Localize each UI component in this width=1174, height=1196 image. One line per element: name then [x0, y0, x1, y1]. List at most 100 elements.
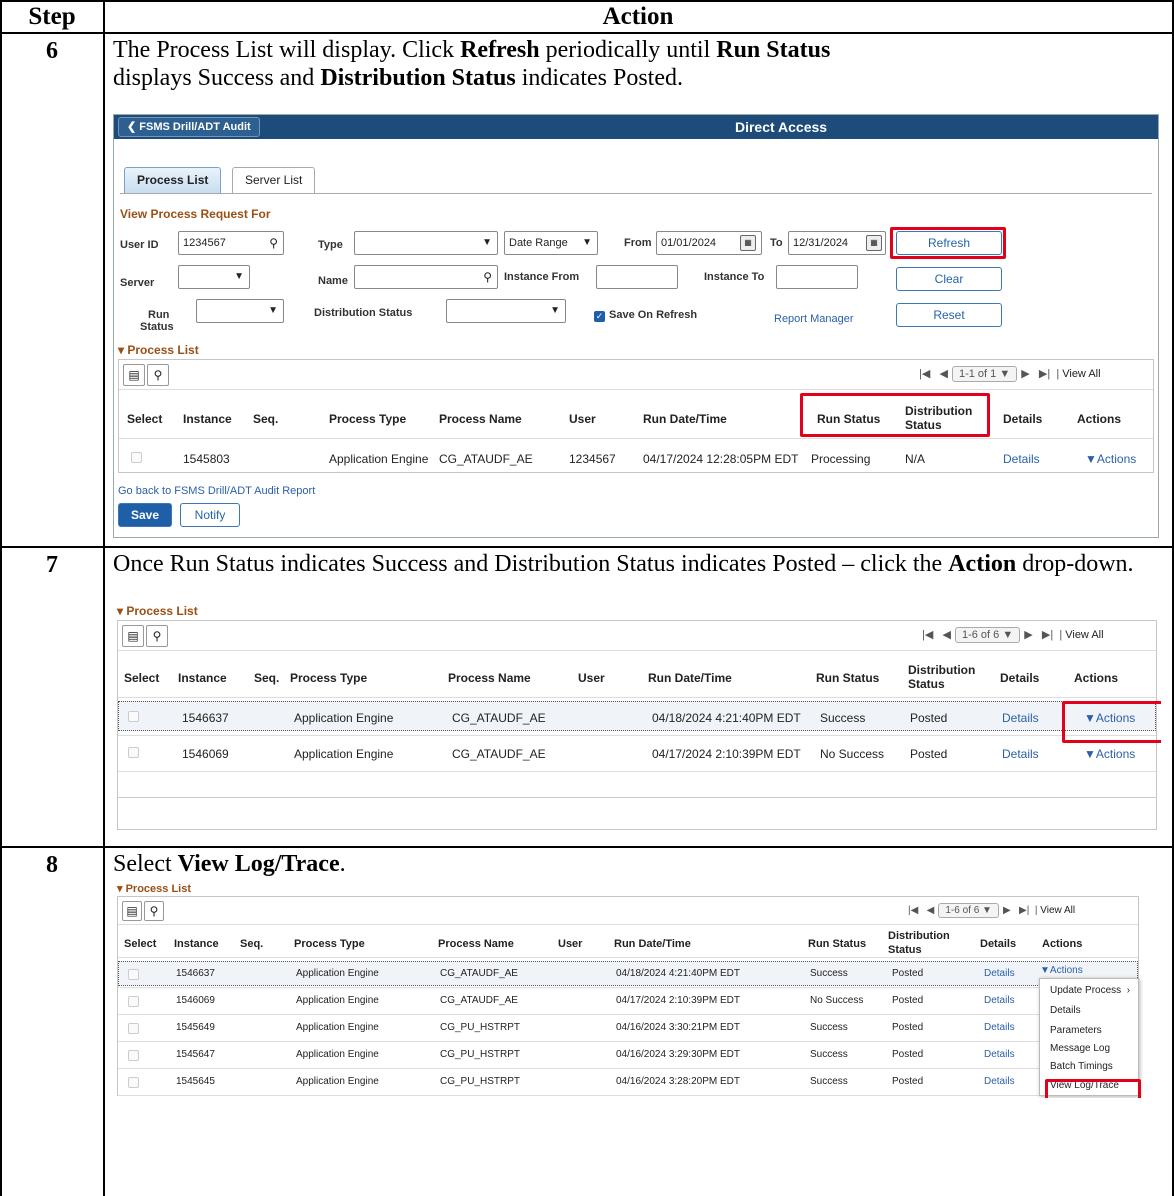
search-icon[interactable]: ⚲ [146, 625, 168, 647]
next-page-icon[interactable]: ▶ [1003, 905, 1011, 916]
date-range-select[interactable]: Date Range ▼ [504, 231, 598, 255]
next-page-icon[interactable]: ▶ [1021, 368, 1029, 380]
actions-dropdown[interactable]: ▼Actions [1084, 747, 1135, 761]
last-page-icon[interactable]: ▶| [1039, 368, 1050, 380]
last-page-icon[interactable]: ▶| [1042, 629, 1053, 641]
details-link[interactable]: Details [1003, 452, 1040, 466]
page-title: Direct Access [734, 119, 828, 135]
cell-run-datetime: 04/16/2024 3:28:20PM EDT [616, 1076, 740, 1087]
search-icon[interactable]: ⚲ [269, 232, 278, 254]
cell-run-datetime: 04/16/2024 3:30:21PM EDT [616, 1022, 740, 1033]
triangle-down-icon: ▼ [1040, 965, 1050, 976]
save-button[interactable]: Save [118, 503, 172, 527]
actions-dropdown[interactable]: ▼Actions [1085, 452, 1136, 466]
details-link[interactable]: Details [984, 968, 1015, 979]
column-header: Process Type [329, 412, 407, 426]
menu-item-details[interactable]: Details [1050, 1005, 1081, 1016]
run-status-select[interactable]: ▼ [196, 299, 284, 323]
step-instruction: Once Run Status indicates Success and Di… [113, 551, 1134, 577]
first-page-icon[interactable]: |◀ [922, 629, 933, 641]
user-id-input[interactable]: 1234567 ⚲ [178, 231, 284, 255]
report-manager-link[interactable]: Report Manager [774, 313, 854, 325]
row-divider-6-7 [0, 546, 1174, 548]
details-link[interactable]: Details [984, 1049, 1015, 1060]
cell-instance: 1546637 [182, 711, 229, 725]
cell-process-type: Application Engine [329, 452, 429, 466]
distribution-status-select[interactable]: ▼ [446, 299, 566, 323]
details-link[interactable]: Details [1002, 747, 1039, 761]
personalize-icon[interactable]: ▤ [122, 901, 142, 921]
first-page-icon[interactable]: |◀ [908, 905, 918, 916]
column-header: Process Type [290, 671, 368, 685]
step-instruction: Select View Log/Trace. [113, 851, 346, 877]
column-header: Select [124, 671, 160, 685]
details-link[interactable]: Details [984, 1022, 1015, 1033]
first-page-icon[interactable]: |◀ [919, 368, 930, 380]
cell-instance: 1545803 [183, 452, 230, 466]
search-icon[interactable]: ⚲ [144, 901, 164, 921]
prev-page-icon[interactable]: ◀ [927, 905, 935, 916]
view-all-link[interactable]: View All [1065, 629, 1103, 641]
chevron-down-icon: ▼ [234, 271, 244, 282]
menu-item-batch-timings[interactable]: Batch Timings [1050, 1061, 1113, 1072]
menu-item-message-log[interactable]: Message Log [1050, 1043, 1110, 1054]
view-all-link[interactable]: View All [1040, 905, 1075, 916]
calendar-icon[interactable]: ▦ [866, 235, 882, 251]
menu-item-parameters[interactable]: Parameters [1050, 1025, 1102, 1036]
chevron-right-icon: › [1126, 985, 1131, 996]
page-select[interactable]: 1-6 of 6 ▼ [938, 903, 999, 918]
server-select[interactable]: ▼ [178, 265, 250, 289]
instance-from-label: Instance From [504, 271, 580, 283]
row-select-checkbox[interactable] [128, 711, 139, 722]
step-number: 7 [46, 552, 58, 578]
clear-button[interactable]: Clear [896, 267, 1002, 291]
actions-dropdown-open[interactable]: ▼Actions [1040, 965, 1083, 976]
row-select-checkbox[interactable] [128, 1023, 139, 1034]
table-row-selected[interactable] [118, 701, 1156, 731]
row-select-checkbox[interactable] [131, 452, 142, 463]
cell-run-status: No Success [810, 995, 864, 1006]
row-select-checkbox[interactable] [128, 969, 139, 980]
search-icon[interactable]: ⚲ [483, 266, 492, 288]
details-link[interactable]: Details [984, 995, 1015, 1006]
details-link[interactable]: Details [1002, 711, 1039, 725]
row-select-checkbox[interactable] [128, 1077, 139, 1088]
tab-server-list[interactable]: Server List [232, 167, 316, 193]
name-input[interactable]: ⚲ [354, 265, 498, 289]
row-select-checkbox[interactable] [128, 996, 139, 1007]
instance-to-input[interactable] [776, 265, 858, 289]
column-header: Distribution Status [888, 930, 950, 956]
notify-button[interactable]: Notify [180, 503, 240, 527]
process-list-header[interactable]: ▾ Process List [117, 882, 191, 895]
search-icon[interactable]: ⚲ [147, 364, 169, 386]
cell-process-type: Application Engine [296, 1049, 379, 1060]
prev-page-icon[interactable]: ◀ [943, 629, 951, 641]
instruction-table: Step Action 6 The Process List will disp… [0, 0, 1174, 1196]
header-separator [119, 438, 1153, 439]
personalize-icon[interactable]: ▤ [123, 364, 145, 386]
menu-item-update-process[interactable]: Update Process › [1050, 985, 1130, 996]
personalize-icon[interactable]: ▤ [122, 625, 144, 647]
row-select-checkbox[interactable] [128, 747, 139, 758]
prev-page-icon[interactable]: ◀ [940, 368, 948, 380]
process-list-header[interactable]: ▾ Process List [117, 604, 198, 618]
column-header: Instance [178, 671, 227, 685]
save-on-refresh-checkbox[interactable]: ✓ [594, 311, 605, 322]
instance-from-input[interactable] [596, 265, 678, 289]
next-page-icon[interactable]: ▶ [1024, 629, 1032, 641]
triangle-down-icon: ▾ [117, 604, 127, 618]
type-select[interactable]: ▼ [354, 231, 498, 255]
view-all-link[interactable]: View All [1062, 368, 1100, 380]
last-page-icon[interactable]: ▶| [1019, 905, 1029, 916]
row-separator [118, 1095, 1138, 1096]
tab-divider [120, 193, 1152, 194]
tab-process-list[interactable]: Process List [124, 167, 222, 193]
page-select[interactable]: 1-1 of 1 ▼ [951, 366, 1018, 382]
go-back-link[interactable]: Go back to FSMS Drill/ADT Audit Report [118, 485, 315, 497]
process-list-header[interactable]: ▾ Process List [118, 343, 199, 357]
page-select[interactable]: 1-6 of 6 ▼ [954, 627, 1021, 643]
details-link[interactable]: Details [984, 1076, 1015, 1087]
row-select-checkbox[interactable] [128, 1050, 139, 1061]
reset-button[interactable]: Reset [896, 303, 1002, 327]
calendar-icon[interactable]: ▦ [740, 235, 756, 251]
